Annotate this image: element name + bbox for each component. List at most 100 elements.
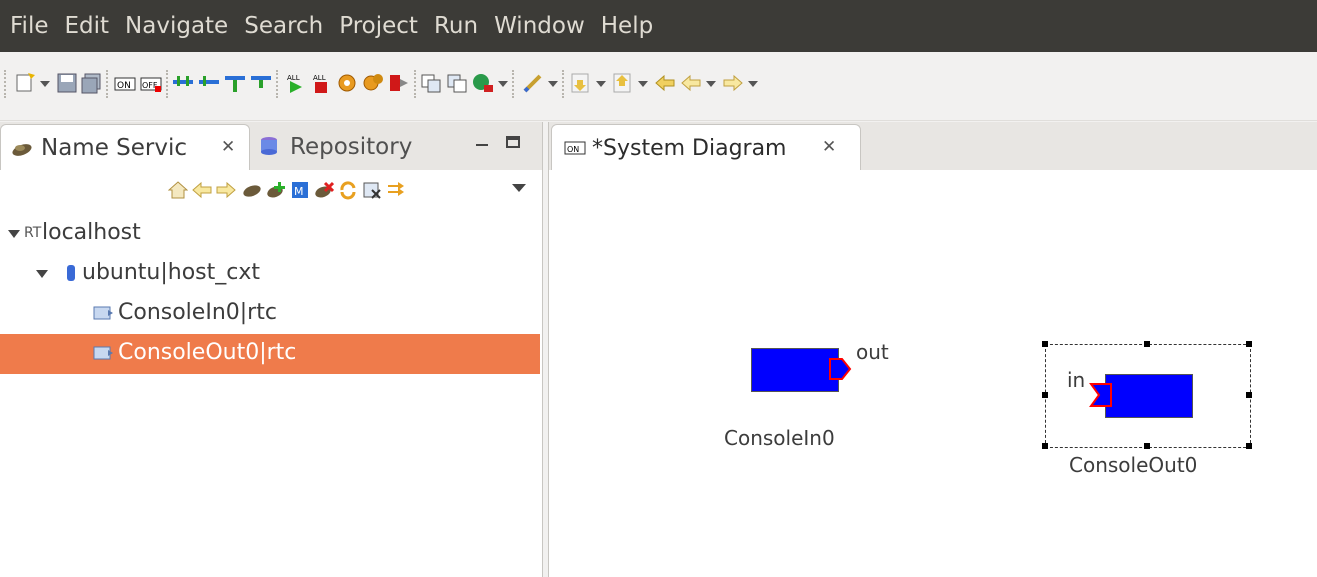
component-name-label: ConsoleIn0 — [724, 426, 835, 450]
tab-name-service[interactable]: Name Servic ✕ — [0, 124, 250, 171]
save-icon[interactable] — [56, 72, 78, 94]
menu-edit[interactable]: Edit — [55, 0, 116, 52]
system-diagram-editor: ON *System Diagram ✕ out ConsoleIn0 in C… — [548, 122, 1317, 577]
resize-handle[interactable] — [1246, 341, 1252, 347]
tab-name-service-label: Name Servic — [41, 135, 188, 161]
left-tab-bar: Name Servic ✕ Repository — [0, 122, 542, 171]
resize-handle[interactable] — [1144, 443, 1150, 449]
tab-system-diagram[interactable]: ON *System Diagram ✕ — [551, 124, 861, 171]
add-name-server-icon[interactable] — [266, 180, 286, 200]
back-icon[interactable] — [192, 180, 212, 200]
tree-node-label: ubuntu|host_cxt — [82, 260, 261, 285]
run-icon[interactable] — [472, 72, 494, 94]
component-consoleout0[interactable] — [1105, 374, 1193, 418]
out-port[interactable] — [828, 357, 854, 381]
resize-handle[interactable] — [1246, 392, 1252, 398]
edit-icon[interactable] — [522, 72, 544, 94]
resize-handle[interactable] — [1042, 341, 1048, 347]
menu-file[interactable]: File — [0, 0, 55, 52]
start-all-icon[interactable]: ALL — [284, 72, 306, 94]
tab-repository[interactable]: Repository — [290, 134, 412, 160]
tree-node-consoleout[interactable]: ConsoleOut0|rtc — [0, 334, 540, 374]
config-icon[interactable] — [362, 72, 384, 94]
next-annotation-icon[interactable] — [570, 72, 592, 94]
port-icon[interactable] — [224, 72, 246, 94]
component-consolein0[interactable] — [751, 348, 839, 392]
resize-handle[interactable] — [1042, 443, 1048, 449]
chevron-down-icon[interactable] — [498, 81, 508, 87]
delete-icon[interactable] — [362, 180, 382, 200]
resize-handle[interactable] — [1246, 443, 1252, 449]
layout-icon[interactable] — [420, 72, 442, 94]
layout-icon[interactable] — [446, 72, 468, 94]
prev-annotation-icon[interactable] — [612, 72, 634, 94]
in-port-label: in — [1067, 368, 1086, 392]
tree-node-host[interactable]: ubuntu|host_cxt — [0, 254, 540, 294]
diagram-canvas[interactable]: out ConsoleIn0 in ConsoleOut0 — [549, 170, 1317, 577]
toolbar-separator — [512, 70, 516, 98]
connect-icon[interactable] — [172, 72, 194, 94]
minimize-icon[interactable] — [476, 144, 488, 146]
save-all-icon[interactable] — [80, 72, 102, 94]
port-icon[interactable] — [250, 72, 272, 94]
menu-window[interactable]: Window — [484, 0, 591, 52]
expand-arrow-icon[interactable] — [36, 270, 48, 278]
toolbar-separator — [414, 70, 418, 98]
tree-node-consolein[interactable]: ConsoleIn0|rtc — [0, 294, 540, 334]
connect-name-server-icon[interactable] — [242, 180, 262, 200]
refresh-icon[interactable] — [338, 180, 358, 200]
toolbar-separator — [106, 70, 110, 98]
deactivate-off-icon[interactable]: OFF — [140, 72, 162, 94]
resize-handle[interactable] — [1144, 341, 1150, 347]
filter-icon[interactable] — [386, 180, 406, 200]
menu-project[interactable]: Project — [329, 0, 424, 52]
chevron-down-icon[interactable] — [548, 81, 558, 87]
menubar: File Edit Navigate Search Project Run Wi… — [0, 0, 1317, 52]
back-icon[interactable] — [680, 72, 702, 94]
in-port[interactable] — [1089, 382, 1113, 408]
svg-text:M: M — [294, 185, 304, 198]
menu-run[interactable]: Run — [424, 0, 484, 52]
disconnect-icon[interactable] — [198, 72, 220, 94]
toolbar-separator — [166, 70, 170, 98]
chevron-down-icon[interactable] — [40, 81, 50, 87]
database-icon — [67, 265, 75, 281]
tab-system-diagram-label: *System Diagram — [592, 136, 787, 161]
resize-handle[interactable] — [1042, 392, 1048, 398]
tree-node-label: ConsoleIn0|rtc — [118, 300, 277, 325]
editor-tab-bar: ON *System Diagram ✕ — [549, 122, 1317, 171]
chevron-down-icon[interactable] — [596, 81, 606, 87]
remove-name-server-icon[interactable] — [314, 180, 334, 200]
view-menu-icon[interactable] — [512, 184, 526, 192]
close-icon[interactable]: ✕ — [822, 137, 836, 157]
name-service-view: Name Servic ✕ Repository M RT localhost … — [0, 122, 543, 577]
svg-text:ALL: ALL — [313, 74, 326, 82]
chevron-down-icon[interactable] — [638, 81, 648, 87]
maximize-icon[interactable] — [506, 136, 520, 148]
config-icon[interactable] — [336, 72, 358, 94]
close-icon[interactable]: ✕ — [221, 137, 235, 157]
exit-icon[interactable] — [388, 72, 410, 94]
menu-navigate[interactable]: Navigate — [115, 0, 234, 52]
view-toolbar: M — [0, 170, 542, 212]
forward-icon[interactable] — [216, 180, 236, 200]
forward-icon[interactable] — [722, 72, 744, 94]
name-service-icon — [12, 144, 32, 156]
rt-prefix-icon: RT — [24, 225, 42, 241]
new-icon[interactable] — [14, 72, 36, 94]
tree-node-label: ConsoleOut0|rtc — [118, 340, 297, 365]
chevron-down-icon[interactable] — [706, 81, 716, 87]
menu-search[interactable]: Search — [234, 0, 329, 52]
manager-icon[interactable]: M — [290, 180, 310, 200]
svg-text:ON: ON — [567, 145, 579, 154]
toolbar-separator — [562, 70, 566, 98]
activate-on-icon[interactable]: ON — [114, 72, 136, 94]
back-icon[interactable] — [654, 72, 676, 94]
menu-help[interactable]: Help — [591, 0, 659, 52]
toolbar-separator — [4, 70, 8, 98]
tree-node-localhost[interactable]: RT localhost — [0, 214, 540, 254]
expand-arrow-icon[interactable] — [8, 230, 20, 238]
chevron-down-icon[interactable] — [748, 81, 758, 87]
home-icon[interactable] — [168, 180, 188, 200]
stop-all-icon[interactable]: ALL — [310, 72, 332, 94]
